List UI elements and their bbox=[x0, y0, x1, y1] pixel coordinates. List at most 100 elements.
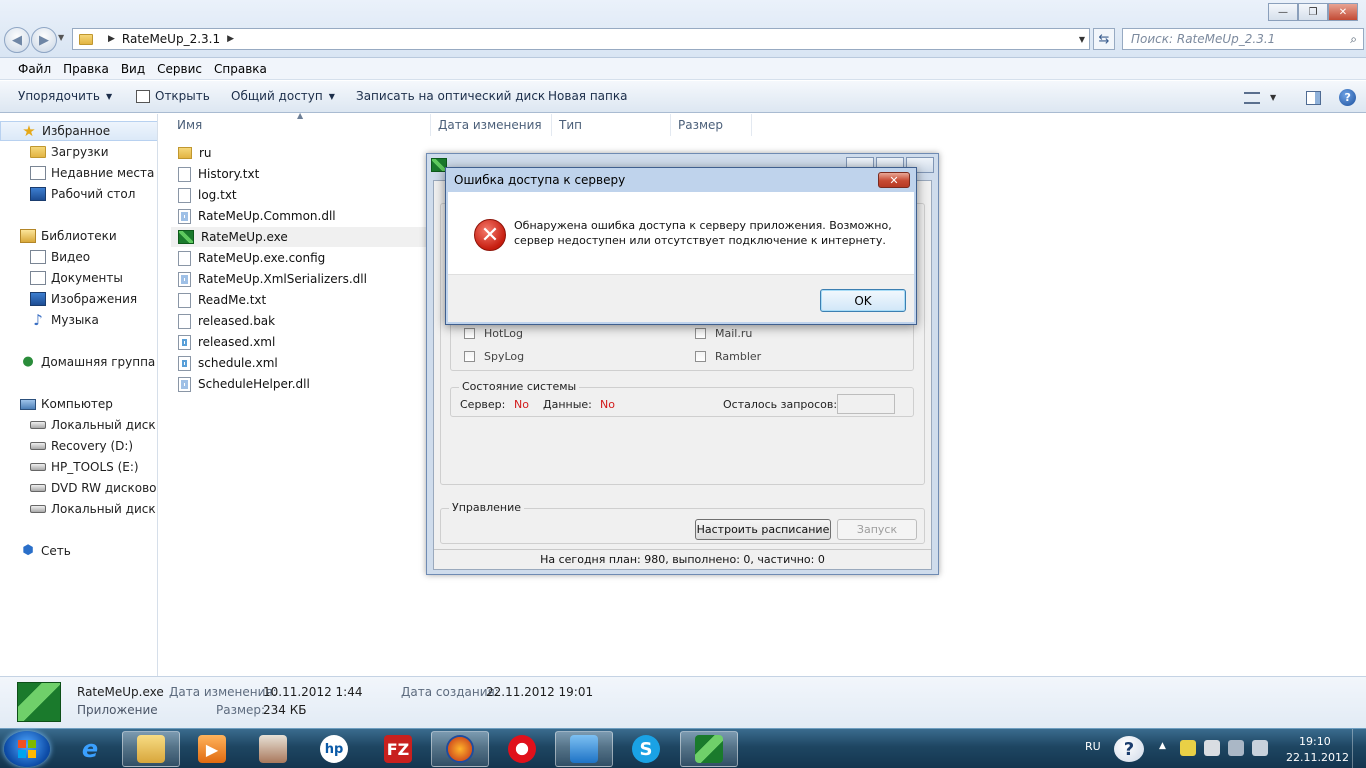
taskbar-ratemeup[interactable] bbox=[680, 731, 738, 767]
search-icon[interactable]: ⌕ bbox=[1350, 32, 1357, 47]
column-header-name[interactable]: Имя bbox=[171, 114, 431, 136]
network-tray-icon[interactable] bbox=[1228, 740, 1244, 756]
file-row[interactable]: schedule.xml bbox=[171, 353, 427, 373]
nav-homegroup[interactable]: ● Домашняя группа bbox=[0, 352, 157, 372]
file-row[interactable]: RateMeUp.XmlSerializers.dll bbox=[171, 269, 427, 289]
menu-edit[interactable]: Правка bbox=[63, 62, 109, 76]
requests-left-label: Осталось запросов: bbox=[723, 398, 838, 411]
menu-help[interactable]: Справка bbox=[214, 62, 267, 76]
help-icon[interactable]: ? bbox=[1339, 89, 1357, 106]
taskbar-media-player[interactable]: ▶ bbox=[183, 731, 241, 767]
language-indicator[interactable]: RU bbox=[1085, 740, 1101, 753]
nav-drive-c[interactable]: Локальный диск (C bbox=[0, 415, 157, 435]
nav-documents[interactable]: Документы bbox=[0, 268, 157, 288]
hotlog-checkbox[interactable]: HotLog bbox=[464, 327, 523, 340]
clock-time[interactable]: 19:10 bbox=[1299, 735, 1331, 748]
taskbar-scanner[interactable] bbox=[244, 731, 302, 767]
tray-app-icon[interactable] bbox=[1180, 740, 1196, 756]
file-row[interactable]: ru bbox=[171, 143, 427, 163]
nav-libraries[interactable]: Библиотеки bbox=[0, 226, 157, 246]
start-button[interactable]: Запуск bbox=[837, 519, 917, 540]
checkbox-box bbox=[464, 328, 475, 339]
mailru-checkbox[interactable]: Mail.ru bbox=[695, 327, 752, 340]
file-row[interactable]: History.txt bbox=[171, 164, 427, 184]
breadcrumb-separator-icon[interactable]: ▶ bbox=[227, 34, 234, 44]
new-folder-label: Новая папка bbox=[548, 89, 628, 103]
file-row[interactable]: ScheduleHelper.dll bbox=[171, 374, 427, 394]
chevron-down-icon[interactable]: ▼ bbox=[1270, 93, 1276, 102]
new-folder-button[interactable]: Новая папка bbox=[548, 89, 627, 103]
taskbar-internet-explorer[interactable]: e bbox=[61, 731, 119, 767]
file-row-selected[interactable]: RateMeUp.exe bbox=[171, 227, 427, 247]
file-row[interactable]: released.xml bbox=[171, 332, 427, 352]
nav-computer[interactable]: Компьютер bbox=[0, 394, 157, 414]
maximize-button[interactable]: ❐ bbox=[1298, 3, 1328, 21]
nav-downloads[interactable]: Загрузки bbox=[0, 142, 157, 162]
filezilla-icon: FZ bbox=[384, 735, 412, 763]
taskbar-virtualbox[interactable] bbox=[555, 731, 613, 767]
dialog-close-button[interactable]: ✕ bbox=[878, 172, 910, 188]
column-header-type[interactable]: Тип bbox=[553, 114, 671, 136]
menu-tools[interactable]: Сервис bbox=[157, 62, 202, 76]
preview-pane-icon[interactable] bbox=[1306, 90, 1322, 105]
burn-button[interactable]: Записать на оптический диск bbox=[356, 89, 545, 103]
show-desktop-button[interactable] bbox=[1352, 729, 1366, 768]
forward-button[interactable]: ▶ bbox=[31, 27, 57, 53]
spylog-checkbox[interactable]: SpyLog bbox=[464, 350, 524, 363]
nav-network[interactable]: ⬢ Сеть bbox=[0, 541, 157, 561]
taskbar-hp[interactable]: hp bbox=[305, 731, 363, 767]
back-button[interactable]: ◀ bbox=[4, 27, 30, 53]
start-button[interactable] bbox=[4, 731, 50, 767]
refresh-icon: ⇆ bbox=[1098, 31, 1110, 47]
search-input[interactable]: Поиск: RateMeUp_2.3.1 ⌕ bbox=[1122, 28, 1364, 50]
taskbar-firefox[interactable] bbox=[431, 731, 489, 767]
taskbar-opera[interactable] bbox=[493, 731, 551, 767]
rambler-checkbox[interactable]: Rambler bbox=[695, 350, 761, 363]
clock-date[interactable]: 22.11.2012 bbox=[1286, 751, 1349, 764]
file-name: ScheduleHelper.dll bbox=[198, 377, 310, 391]
breadcrumb-current[interactable]: RateMeUp_2.3.1 bbox=[122, 32, 220, 46]
taskbar-explorer[interactable] bbox=[122, 731, 180, 767]
taskbar-filezilla[interactable]: FZ bbox=[369, 731, 427, 767]
server-status-value: No bbox=[514, 398, 529, 411]
nav-drive-dvd[interactable]: DVD RW дисковод ( bbox=[0, 478, 157, 498]
nav-pictures[interactable]: Изображения bbox=[0, 289, 157, 309]
file-row[interactable]: RateMeUp.Common.dll bbox=[171, 206, 427, 226]
menu-bar: Файл Правка Вид Сервис Справка bbox=[0, 58, 1366, 80]
nav-recent[interactable]: Недавние места bbox=[0, 163, 157, 183]
nav-drive-q[interactable]: Локальный диск (Q bbox=[0, 499, 157, 519]
menu-file[interactable]: Файл bbox=[18, 62, 51, 76]
volume-tray-icon[interactable] bbox=[1252, 740, 1268, 756]
file-row[interactable]: RateMeUp.exe.config bbox=[171, 248, 427, 268]
schedule-button[interactable]: Настроить расписание bbox=[695, 519, 831, 540]
device-tray-icon[interactable] bbox=[1204, 740, 1220, 756]
minimize-button[interactable]: — bbox=[1268, 3, 1298, 21]
address-dropdown-icon[interactable]: ▼ bbox=[1079, 35, 1085, 44]
menu-view[interactable]: Вид bbox=[121, 62, 145, 76]
nav-desktop[interactable]: Рабочий стол bbox=[0, 184, 157, 204]
nav-drive-d[interactable]: Recovery (D:) bbox=[0, 436, 157, 456]
ok-button[interactable]: OK bbox=[820, 289, 906, 312]
scanner-icon bbox=[259, 735, 287, 763]
nav-drive-e[interactable]: HP_TOOLS (E:) bbox=[0, 457, 157, 477]
nav-music[interactable]: ♪ Музыка bbox=[0, 310, 157, 330]
share-button[interactable]: Общий доступ ▼ bbox=[231, 89, 335, 103]
nav-favorites[interactable]: ★ Избранное bbox=[0, 121, 157, 141]
taskbar-skype[interactable]: S bbox=[617, 731, 675, 767]
nav-video[interactable]: Видео bbox=[0, 247, 157, 267]
address-input[interactable]: ▶ RateMeUp_2.3.1 ▶ ▼ bbox=[72, 28, 1090, 50]
organize-button[interactable]: Упорядочить ▼ bbox=[18, 89, 112, 103]
refresh-button[interactable]: ⇆ bbox=[1093, 28, 1115, 50]
show-hidden-icons-icon[interactable]: ▲ bbox=[1159, 741, 1166, 751]
dialog-message: Обнаружена ошибка доступа к серверу прил… bbox=[514, 219, 892, 247]
file-row[interactable]: log.txt bbox=[171, 185, 427, 205]
file-row[interactable]: ReadMe.txt bbox=[171, 290, 427, 310]
column-header-date[interactable]: Дата изменения bbox=[432, 114, 552, 136]
help-tray-icon[interactable]: ? bbox=[1114, 736, 1144, 762]
file-row[interactable]: released.bak bbox=[171, 311, 427, 331]
open-button[interactable]: Открыть bbox=[136, 89, 210, 103]
history-dropdown-icon[interactable]: ▼ bbox=[58, 33, 64, 42]
column-header-size[interactable]: Размер bbox=[672, 114, 752, 136]
close-button[interactable]: ✕ bbox=[1328, 3, 1358, 21]
view-options-icon[interactable] bbox=[1244, 91, 1260, 104]
